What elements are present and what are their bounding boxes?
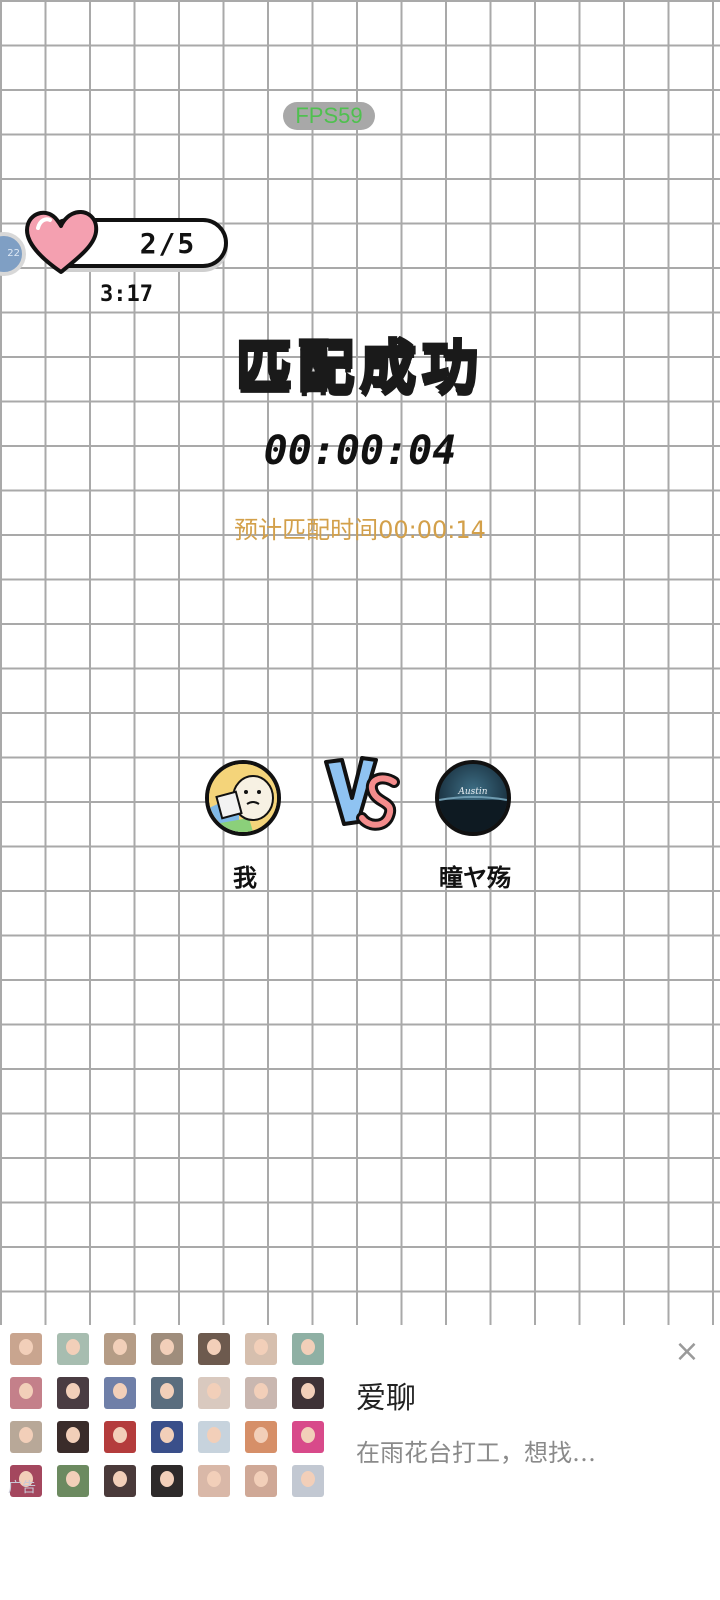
ad-thumbnail: [198, 1333, 230, 1365]
ad-thumbnail: [292, 1465, 324, 1497]
ad-thumbnail: [245, 1465, 277, 1497]
ad-thumbnail: [151, 1333, 183, 1365]
ad-thumbnail: [104, 1421, 136, 1453]
ad-thumbnail: [57, 1465, 89, 1497]
seaside-scene-icon: Austin: [439, 787, 507, 832]
my-name: 我: [233, 863, 257, 892]
lives-count: 2/5: [139, 227, 197, 260]
my-avatar: [205, 760, 281, 836]
ad-thumbnail: [104, 1333, 136, 1365]
ad-description[interactable]: 在雨花台打工，想找…: [356, 1433, 656, 1468]
estimated-match-time: 预计匹配时间00:00:14: [234, 516, 486, 544]
ad-thumbnail: [151, 1465, 183, 1497]
ad-thumbnail: [57, 1421, 89, 1453]
close-icon[interactable]: ×: [672, 1337, 702, 1367]
svg-text:Austin: Austin: [457, 787, 487, 797]
ad-title[interactable]: 爱聊: [356, 1373, 416, 1417]
ad-thumbnail: [198, 1465, 230, 1497]
ad-thumbnail: [151, 1421, 183, 1453]
match-success-title: 匹配成功: [235, 334, 484, 402]
edge-avatar-badge: 22: [7, 248, 20, 259]
ad-thumbnail: [57, 1377, 89, 1409]
ad-thumbnail: [10, 1333, 42, 1365]
ad-thumbnail: [104, 1377, 136, 1409]
vs-icon: [324, 756, 400, 831]
ad-thumbnail: [10, 1421, 42, 1453]
cartoon-bear-icon: [209, 764, 277, 832]
fps-counter: FPS59: [283, 102, 375, 130]
ad-thumbnail: [10, 1377, 42, 1409]
ad-thumbnail: [245, 1421, 277, 1453]
ad-thumbnail: [151, 1377, 183, 1409]
ad-watermark: 广告: [8, 1480, 36, 1496]
elapsed-timer: 00:00:04: [263, 428, 457, 474]
ad-thumbnail: [198, 1377, 230, 1409]
opponent-name: 瞳ヤ殇: [439, 863, 511, 892]
ad-thumbnail: [292, 1377, 324, 1409]
ad-thumbnail: [198, 1421, 230, 1453]
ad-thumbnail: [104, 1465, 136, 1497]
ad-banner[interactable]: 爱聊 在雨花台打工，想找… × 广告: [0, 1325, 720, 1600]
ad-thumbnail: [245, 1377, 277, 1409]
ad-thumbnail: [245, 1333, 277, 1365]
ad-thumbnail: [292, 1333, 324, 1365]
lives-refill-timer: 3:17: [100, 282, 153, 307]
ad-thumbnail: [292, 1421, 324, 1453]
ad-thumbnail-grid[interactable]: [10, 1333, 330, 1497]
opponent-avatar: Austin: [435, 760, 511, 836]
heart-icon: [25, 210, 99, 274]
ad-thumbnail: [57, 1333, 89, 1365]
